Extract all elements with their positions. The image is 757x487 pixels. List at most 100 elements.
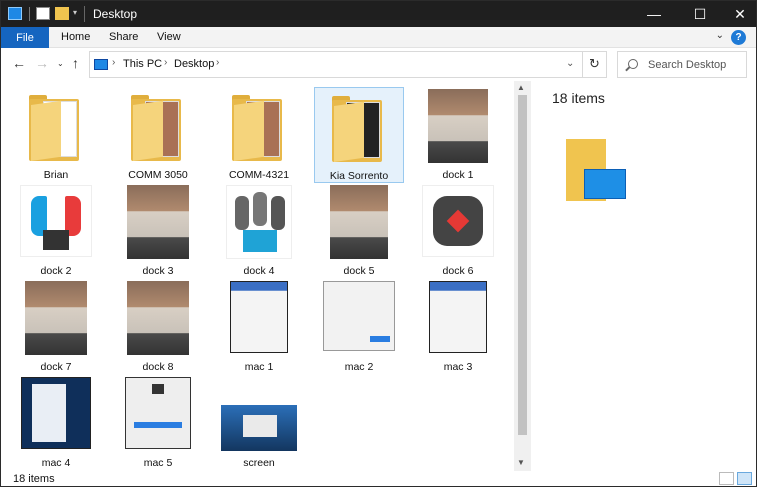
- list-item[interactable]: Kia Sorrento: [314, 87, 404, 183]
- list-item[interactable]: dock 5: [314, 183, 404, 279]
- item-label: Brian: [43, 169, 69, 181]
- recent-locations-icon[interactable]: ⌄: [57, 59, 64, 68]
- item-label: dock 6: [442, 265, 474, 277]
- close-button[interactable]: ✕: [717, 1, 756, 27]
- this-pc-icon: [94, 59, 108, 70]
- list-item[interactable]: mac 3: [413, 279, 503, 375]
- item-label: dock 3: [142, 265, 174, 277]
- scroll-up-icon[interactable]: ▲: [517, 83, 525, 92]
- minimize-button[interactable]: —: [631, 1, 677, 27]
- tab-home[interactable]: Home: [61, 31, 90, 43]
- list-item[interactable]: dock 2: [11, 183, 101, 279]
- image-thumbnail: [125, 377, 191, 449]
- search-icon: [628, 59, 638, 69]
- explorer-window: ▾ Desktop — ☐ ✕ File Home Share View ⌄ ?…: [0, 0, 757, 487]
- vertical-scrollbar[interactable]: ▲ ▼: [514, 81, 531, 471]
- status-item-count: 18 items: [13, 473, 55, 485]
- folder-icon: [332, 96, 386, 162]
- image-thumbnail: [429, 281, 487, 353]
- image-thumbnail: [422, 185, 494, 257]
- chevron-right-icon[interactable]: ›: [112, 57, 115, 68]
- address-bar[interactable]: › This PC › Desktop › ⌄ ↻: [89, 51, 607, 78]
- file-list[interactable]: Brian COMM 3050 COMM-4321 Kia Sorrento d…: [1, 81, 513, 471]
- item-label: mac 4: [41, 457, 71, 469]
- image-thumbnail: [20, 185, 92, 257]
- help-icon[interactable]: ?: [731, 30, 746, 45]
- item-label: mac 1: [244, 361, 274, 373]
- item-label: dock 5: [343, 265, 375, 277]
- image-thumbnail: [21, 377, 91, 449]
- title-bar: ▾ Desktop — ☐ ✕: [1, 1, 756, 27]
- search-input[interactable]: [648, 57, 743, 72]
- status-bar: 18 items: [1, 471, 756, 486]
- list-item[interactable]: dock 8: [113, 279, 203, 375]
- scroll-down-icon[interactable]: ▼: [517, 458, 525, 467]
- item-label: dock 1: [442, 169, 474, 181]
- explorer-icon[interactable]: [8, 7, 22, 20]
- image-thumbnail: [127, 281, 189, 355]
- item-label: dock 7: [40, 361, 72, 373]
- image-thumbnail: [230, 281, 288, 353]
- forward-arrow-icon[interactable]: →: [35, 55, 49, 71]
- folder-icon: [131, 95, 185, 161]
- list-item[interactable]: screen: [214, 375, 304, 471]
- image-thumbnail: [127, 185, 189, 259]
- image-thumbnail: [25, 281, 87, 355]
- expand-ribbon-icon[interactable]: ⌄: [716, 30, 724, 41]
- item-label: COMM-4321: [228, 169, 290, 181]
- item-label: COMM 3050: [128, 169, 188, 181]
- item-label: dock 4: [243, 265, 275, 277]
- list-item[interactable]: dock 6: [413, 183, 503, 279]
- list-item[interactable]: dock 4: [214, 183, 304, 279]
- list-item[interactable]: mac 2: [314, 279, 404, 375]
- properties-icon[interactable]: [36, 7, 50, 20]
- breadcrumb-this-pc[interactable]: This PC: [123, 58, 162, 70]
- image-thumbnail: [221, 405, 297, 451]
- list-item[interactable]: COMM 3050: [113, 87, 203, 183]
- preview-item-count: 18 items: [552, 90, 605, 106]
- large-icons-view-icon[interactable]: [737, 472, 752, 485]
- refresh-icon[interactable]: ↻: [589, 56, 600, 72]
- item-label: dock 2: [40, 265, 72, 277]
- chevron-right-icon[interactable]: ›: [216, 57, 219, 68]
- scroll-thumb[interactable]: [518, 95, 527, 435]
- back-arrow-icon[interactable]: ←: [12, 55, 26, 71]
- list-item[interactable]: mac 1: [214, 279, 304, 375]
- item-label: mac 2: [344, 361, 374, 373]
- image-thumbnail: [323, 281, 395, 351]
- quick-access-divider: [29, 7, 30, 21]
- address-divider: [582, 52, 583, 77]
- item-label: mac 5: [143, 457, 173, 469]
- folder-icon: [566, 139, 630, 201]
- image-thumbnail: [226, 185, 292, 259]
- list-item[interactable]: Brian: [11, 87, 101, 183]
- item-label: dock 8: [142, 361, 174, 373]
- quick-access-dropdown-icon[interactable]: ▾: [73, 8, 77, 17]
- details-view-icon[interactable]: [719, 472, 734, 485]
- list-item[interactable]: dock 3: [113, 183, 203, 279]
- navigation-bar: ← → ⌄ ↑ › This PC › Desktop › ⌄ ↻: [1, 48, 756, 80]
- ribbon-tabs: File Home Share View ⌄ ?: [1, 27, 756, 48]
- folder-icon: [29, 95, 83, 161]
- window-title: Desktop: [93, 7, 138, 21]
- chevron-right-icon[interactable]: ›: [164, 57, 167, 68]
- list-item[interactable]: mac 4: [11, 375, 101, 471]
- tab-view[interactable]: View: [157, 31, 181, 43]
- tab-file[interactable]: File: [1, 27, 49, 48]
- item-label: mac 3: [443, 361, 473, 373]
- list-item[interactable]: mac 5: [113, 375, 203, 471]
- image-thumbnail: [330, 185, 388, 259]
- title-divider: [84, 6, 85, 22]
- tab-share[interactable]: Share: [109, 31, 138, 43]
- address-dropdown-icon[interactable]: ⌄: [566, 58, 574, 69]
- item-label: screen: [243, 457, 275, 469]
- breadcrumb-desktop[interactable]: Desktop: [174, 58, 214, 70]
- folder-icon: [232, 95, 286, 161]
- list-item[interactable]: dock 7: [11, 279, 101, 375]
- list-item[interactable]: dock 1: [413, 87, 503, 183]
- up-arrow-icon[interactable]: ↑: [72, 55, 79, 71]
- preview-pane: 18 items: [532, 81, 756, 471]
- search-box[interactable]: [617, 51, 747, 78]
- new-folder-icon[interactable]: [55, 7, 69, 20]
- list-item[interactable]: COMM-4321: [214, 87, 304, 183]
